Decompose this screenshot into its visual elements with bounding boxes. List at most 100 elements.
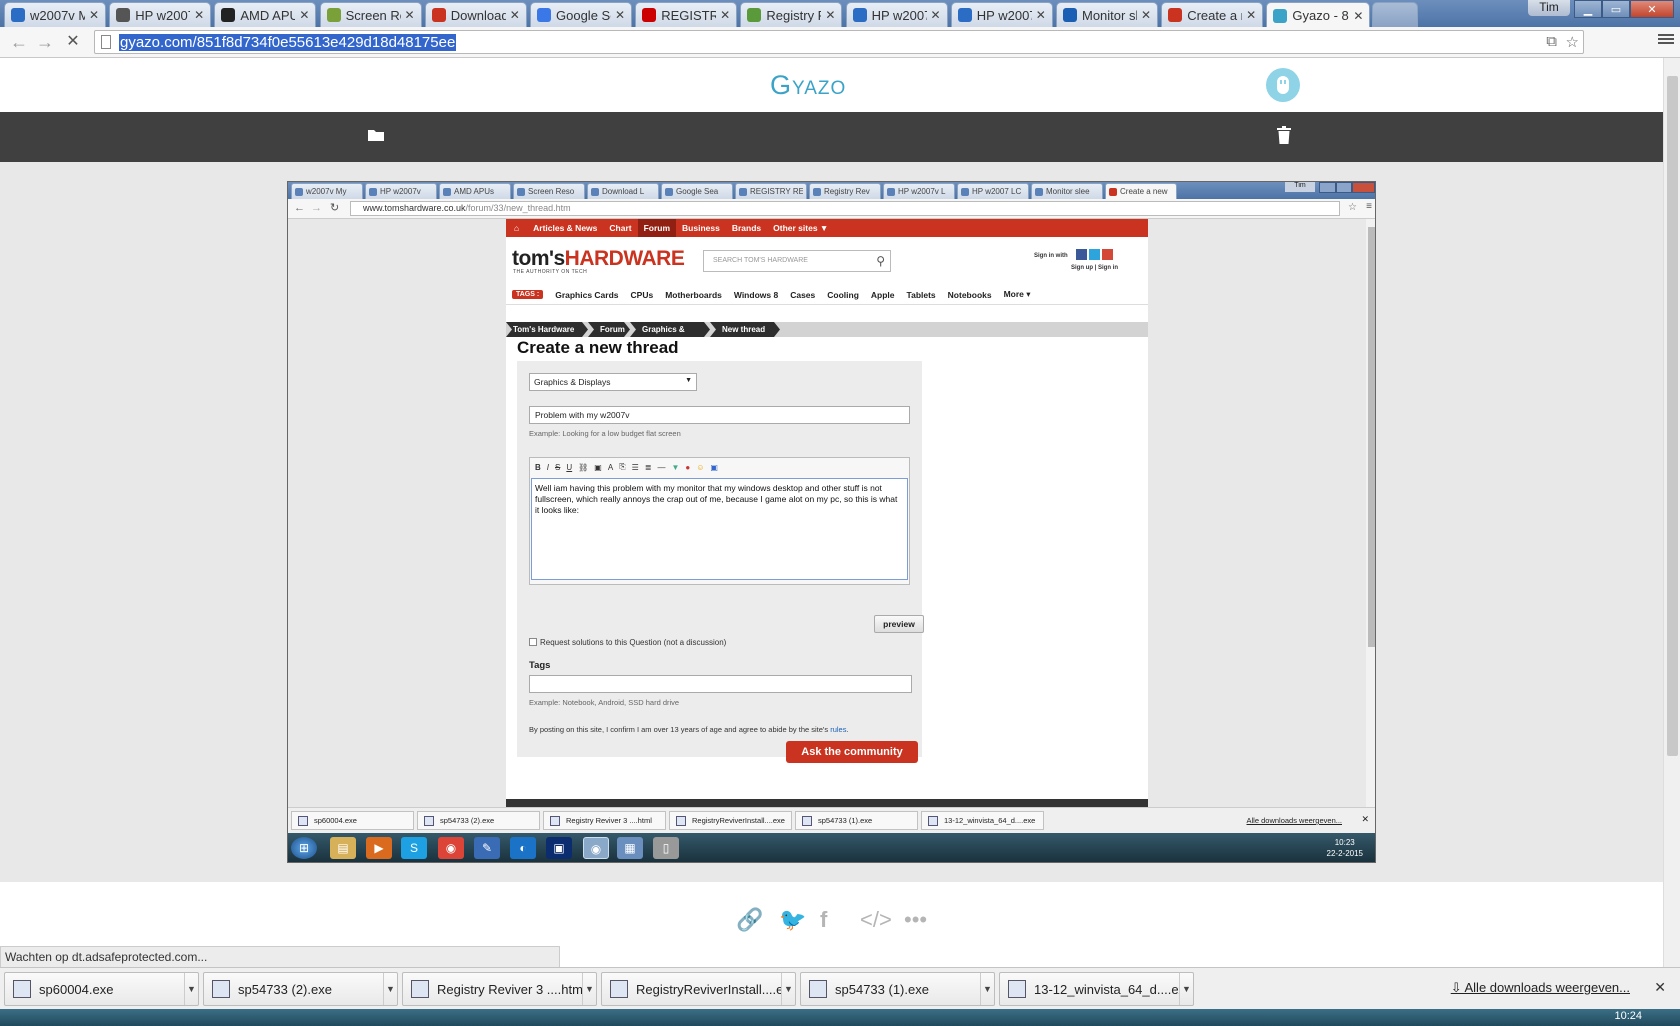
browser-tab[interactable]: w2007v My ✕ [4, 2, 106, 27]
download-item[interactable]: sp60004.exe ▼ [4, 972, 199, 1006]
twitter-icon[interactable]: 🐦 [779, 907, 806, 933]
download-menu-icon[interactable]: ▼ [383, 973, 397, 1005]
tag-link: Graphics Cards [555, 289, 619, 300]
nav-item: Business [682, 223, 720, 233]
browser-tab[interactable]: Monitor sle ✕ [1056, 2, 1158, 27]
address-bar[interactable]: gyazo.com/851f8d734f0e55613e429d18d48175… [94, 30, 1584, 54]
browser-tab[interactable]: Google Sea ✕ [530, 2, 632, 27]
tab-close-icon[interactable]: ✕ [720, 8, 730, 22]
smiley-icon: ☺ [696, 462, 705, 472]
download-item[interactable]: sp54733 (1).exe ▼ [800, 972, 995, 1006]
browser-tab[interactable]: Download ✕ [424, 2, 527, 27]
tab-favicon-icon [1035, 187, 1043, 196]
tab-favicon-icon [665, 187, 673, 196]
tab-close-icon[interactable]: ✕ [615, 8, 625, 22]
download-name[interactable]: RegistryReviverInstall....exe [636, 982, 781, 997]
tag-link: Motherboards [665, 289, 722, 300]
download-item[interactable]: RegistryReviverInstall....exe▼ [601, 972, 796, 1006]
inner-menu-icon: ≡ [1366, 201, 1372, 212]
tab-close-icon[interactable]: ✕ [931, 8, 941, 22]
download-menu-icon[interactable]: ▼ [582, 973, 596, 1005]
download-menu-icon[interactable]: ▼ [781, 973, 795, 1005]
inner-tab: w2007v My [291, 183, 363, 199]
page-scrollbar[interactable] [1663, 58, 1680, 968]
browser-tab[interactable]: Create a ne ✕ [1161, 2, 1264, 27]
tab-close-icon[interactable]: ✕ [1036, 8, 1046, 22]
tab-close-icon[interactable]: ✕ [1246, 8, 1256, 22]
back-button[interactable]: ← [8, 31, 30, 53]
tab-title: w2007v My [30, 7, 85, 23]
browser-tab[interactable]: Screen Res ✕ [319, 2, 422, 27]
download-name[interactable]: sp54733 (2).exe [238, 982, 383, 997]
link-icon[interactable]: 🔗 [736, 907, 763, 933]
download-item[interactable]: Registry Reviver 3 ....html ▼ [402, 972, 597, 1006]
inner-terminal-icon: ▣ [546, 837, 572, 859]
embed-code-icon[interactable]: </> [860, 907, 892, 933]
bookmark-star-icon[interactable]: ☆ [1566, 33, 1579, 51]
trash-icon[interactable] [1277, 126, 1291, 144]
tab-close-icon[interactable]: ✕ [194, 8, 204, 22]
minimize-button[interactable]: ▁ [1574, 0, 1602, 18]
url-text[interactable]: gyazo.com/851f8d734f0e55613e429d18d48175… [119, 34, 457, 51]
download-menu-icon[interactable]: ▼ [184, 973, 198, 1005]
category-value: Graphics & Displays [534, 377, 611, 387]
close-shelf-icon[interactable]: ✕ [1654, 979, 1666, 996]
browser-tab[interactable]: HP w2007v ✕ [845, 2, 948, 27]
download-name[interactable]: 13-12_winvista_64_d....exe [1034, 982, 1179, 997]
captured-screenshot[interactable]: Tim w2007v My HP w2007v AMD APUs Screen Res… [287, 181, 1376, 863]
tab-favicon-icon [369, 187, 377, 196]
tab-close-icon[interactable]: ✕ [825, 8, 835, 22]
download-item[interactable]: 13-12_winvista_64_d....exe ▼ [999, 972, 1194, 1006]
tab-close-icon[interactable]: ✕ [89, 8, 99, 22]
folder-icon[interactable] [367, 128, 385, 147]
facebook-icon[interactable]: f [820, 907, 827, 933]
tab-favicon-icon [961, 187, 969, 196]
download-menu-icon[interactable]: ▼ [1179, 973, 1193, 1005]
browser-tab[interactable]: REGISTRY ✕ [635, 2, 738, 27]
inner-doc-icon: ▯ [653, 837, 679, 859]
site-search: SEARCH TOM'S HARDWARE ⚲ [703, 250, 891, 272]
breadcrumb-item: New thread [710, 322, 780, 337]
page-icon [101, 35, 111, 49]
maximize-button[interactable]: ▭ [1602, 0, 1630, 18]
inner-media-icon: ▶ [366, 837, 392, 859]
tab-close-icon[interactable]: ✕ [299, 8, 309, 22]
download-item[interactable]: sp54733 (2).exe ▼ [203, 972, 398, 1006]
user-badge[interactable]: Tim [1528, 0, 1570, 16]
page-scroll-thumb[interactable] [1667, 76, 1678, 756]
tab-close-icon[interactable]: ✕ [405, 8, 415, 22]
translate-icon[interactable]: ⧉ [1546, 33, 1557, 50]
more-icon[interactable]: ••• [904, 907, 927, 933]
status-bar: Wachten op dt.adsafeprotected.com... [0, 946, 560, 968]
inner-clock: 10:23 22-2-2015 [1327, 837, 1363, 859]
download-name[interactable]: Registry Reviver 3 ....html [437, 982, 582, 997]
new-tab-button[interactable] [1372, 2, 1418, 27]
browser-tab[interactable]: Registry Re ✕ [740, 2, 843, 27]
download-menu-icon[interactable]: ▼ [980, 973, 994, 1005]
7n-icon [116, 8, 131, 22]
download-name[interactable]: sp54733 (1).exe [835, 982, 980, 997]
forward-button[interactable]: → [34, 31, 56, 53]
browser-tab[interactable]: Gyazo - 85 ✕ [1266, 2, 1371, 28]
inner-address-bar: www.tomshardware.co.uk/forum/33/new_thre… [350, 201, 1340, 216]
tab-close-icon[interactable]: ✕ [1141, 8, 1151, 22]
all-downloads-label[interactable]: Alle downloads weergeven... [1465, 980, 1631, 995]
gyazo-logo[interactable]: Gyazo [770, 70, 846, 101]
tab-close-icon[interactable]: ✕ [1353, 9, 1363, 23]
all-downloads-link[interactable]: ⇩ Alle downloads weergeven... [1451, 980, 1630, 996]
inner-close-icon: ✕ [1361, 814, 1369, 824]
browser-tab[interactable]: HP w2007 L ✕ [950, 2, 1053, 27]
editor-toolbar: BISU ⛓ ▣ A ⎘ ☰ ≣ — ▼ ● ☺ ▣ [530, 458, 911, 476]
chrome-menu-icon[interactable] [1658, 32, 1674, 48]
close-window-button[interactable]: ✕ [1630, 0, 1674, 18]
preview-button: preview [874, 615, 924, 633]
stop-loading-button[interactable]: ✕ [62, 31, 84, 53]
page-title: Create a new thread [517, 338, 679, 357]
download-name[interactable]: sp60004.exe [39, 982, 184, 997]
avatar[interactable] [1266, 68, 1300, 102]
browser-tab[interactable]: AMD APUs ✕ [214, 2, 317, 27]
tab-close-icon[interactable]: ✕ [510, 8, 520, 22]
media-icon: ▣ [710, 462, 718, 472]
browser-tab[interactable]: HP w2007v ✕ [109, 2, 212, 27]
subject-input: Problem with my w2007v [529, 406, 910, 424]
